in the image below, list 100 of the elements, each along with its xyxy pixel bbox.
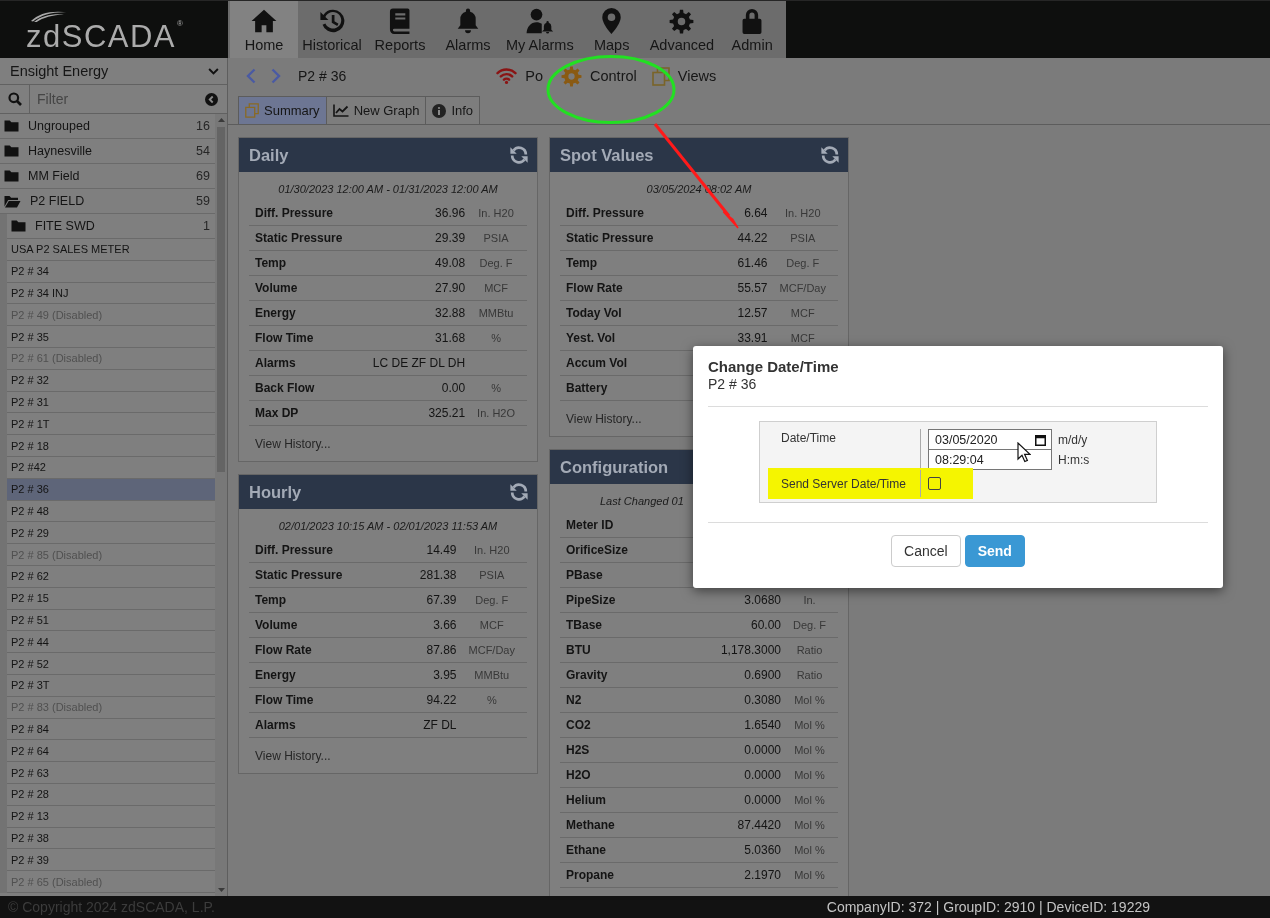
reading-unit: PSIA — [479, 569, 505, 581]
reading-label: Max DP — [255, 406, 299, 420]
view-history-link[interactable]: View History... — [255, 749, 331, 763]
reading-label: Temp — [566, 256, 598, 270]
reading-value: 281.38 — [419, 568, 457, 582]
device-item[interactable]: P2 # 36 — [7, 478, 215, 501]
device-item[interactable]: P2 # 63 — [7, 762, 215, 784]
reading-value: 5.0360 — [744, 843, 781, 857]
reading-value: 87.86 — [426, 643, 457, 657]
reading-label: Flow Time — [255, 693, 314, 707]
reading-label: Back Flow — [255, 381, 315, 395]
device-ids-text: CompanyID: 372 | GroupID: 2910 | DeviceID: 19229 — [826, 899, 1150, 915]
reading-label: H2S — [566, 743, 590, 757]
company-select[interactable]: Ensight Energy — [0, 58, 227, 85]
device-item[interactable]: P2 # 44 — [7, 631, 215, 654]
reading-unit: Ratio — [796, 669, 823, 681]
reading-value: 0.0000 — [744, 743, 781, 757]
device-item[interactable]: P2 # 34 — [7, 260, 215, 283]
device-item[interactable]: P2 # 29 — [7, 522, 215, 545]
scrollbar[interactable] — [215, 114, 227, 896]
scroll-up-icon — [217, 118, 225, 122]
reading-unit: Deg. F — [475, 594, 509, 606]
device-item[interactable]: P2 # 51 — [7, 609, 215, 632]
device-item[interactable]: P2 # 18 — [7, 435, 215, 457]
calendar-icon[interactable] — [1035, 433, 1046, 446]
device-item[interactable]: P2 # 62 — [7, 565, 215, 588]
nav-tab[interactable]: Reports — [366, 1, 434, 58]
nav-tab[interactable]: Home — [230, 1, 298, 58]
toolbar-button[interactable]: Views — [651, 66, 717, 86]
reading-value: 94.22 — [426, 693, 457, 707]
device-item[interactable]: P2 # 3T — [7, 674, 215, 697]
device-item[interactable]: P2 # 84 — [7, 718, 215, 741]
group-name: Ungrouped — [28, 119, 90, 133]
reading-value: 2.1970 — [744, 868, 781, 882]
device-item[interactable]: P2 # 52 — [7, 653, 215, 675]
device-item[interactable]: P2 #42 — [7, 456, 215, 479]
group-name: P2 FIELD — [30, 194, 85, 208]
nav-tab[interactable]: My Alarms — [502, 1, 578, 58]
time-input[interactable]: 08:29:04 — [928, 450, 1052, 470]
reading-unit: PSIA — [790, 232, 816, 244]
nav-tab[interactable]: Alarms — [434, 1, 502, 58]
device-item[interactable]: P2 # 28 — [7, 783, 215, 806]
reading-unit: Mol % — [794, 869, 825, 881]
device-item[interactable]: P2 # 34 INJ — [7, 282, 215, 305]
reading-label: Alarms — [255, 356, 296, 370]
reading-label: N2 — [566, 693, 582, 707]
reading-label: TBase — [566, 618, 603, 632]
nav-tab[interactable]: Advanced — [645, 1, 719, 58]
reading-unit: In. H20 — [785, 207, 821, 219]
chevron-left-icon[interactable] — [246, 68, 256, 84]
refresh-icon — [820, 145, 840, 165]
device-item[interactable]: P2 # 13 — [7, 805, 215, 828]
panel-title: Configuration — [560, 457, 669, 477]
reading-value: 44.22 — [737, 231, 768, 245]
reading-unit: Mol % — [794, 719, 825, 731]
reading-value: 1.6540 — [744, 718, 781, 732]
send-button[interactable]: Send — [964, 535, 1025, 567]
nav-tab[interactable]: Maps — [577, 1, 646, 58]
device-item[interactable]: P2 # 39 — [7, 849, 215, 872]
reading-unit: Deg. F — [479, 257, 513, 269]
device-item[interactable]: P2 # 38 — [7, 827, 215, 850]
checkbox[interactable] — [928, 477, 941, 490]
reading-unit: MCF — [484, 282, 508, 294]
chevron-right-icon[interactable] — [271, 68, 281, 84]
reading-unit: MMBtu — [474, 669, 510, 681]
reading-label: Methane — [566, 818, 615, 832]
reading-label: Temp — [255, 256, 287, 270]
group-count: 1 — [203, 219, 210, 233]
tab[interactable]: Info — [425, 96, 481, 124]
date-range-text: 02/01/2023 10:15 AM - 02/01/2023 11:53 AM — [278, 520, 498, 532]
device-item[interactable]: P2 # 32 — [7, 369, 215, 392]
device-item[interactable]: USA P2 SALES METER — [7, 239, 215, 261]
tree-group[interactable]: FITE SWD 1 — [7, 214, 215, 239]
filter-input[interactable]: Filter — [30, 88, 201, 110]
reading-value: 1,178.3000 — [720, 643, 781, 657]
toolbar-button[interactable]: Control — [561, 65, 637, 87]
device-item[interactable]: P2 # 1T — [7, 413, 215, 436]
nav-tab[interactable]: Admin — [718, 1, 787, 58]
device-item[interactable]: P2 # 64 — [7, 740, 215, 763]
nav-tab[interactable]: Historical — [298, 1, 366, 58]
device-item[interactable]: P2 # 31 — [7, 391, 215, 414]
device-item[interactable]: P2 # 48 — [7, 500, 215, 523]
line-chart-icon — [332, 104, 349, 117]
format-hint: m/d/y — [1058, 432, 1088, 447]
group-name: FITE SWD — [35, 219, 95, 233]
reading-label: Battery — [566, 381, 608, 395]
view-history-link[interactable]: View History... — [255, 437, 331, 451]
toolbar-button[interactable]: Po — [496, 68, 543, 84]
device-item[interactable]: P2 # 15 — [7, 587, 215, 610]
group-name: Haynesville — [28, 144, 92, 158]
device-item[interactable]: P2 # 35 — [7, 326, 215, 348]
date-input[interactable]: 03/05/2020 — [928, 429, 1052, 450]
collapse-icon[interactable] — [205, 92, 218, 106]
tab[interactable]: Summary — [238, 96, 327, 124]
reading-value: 325.21 — [428, 406, 466, 420]
refresh-icon — [509, 145, 529, 165]
view-history-link[interactable]: View History... — [566, 412, 642, 426]
history-icon — [319, 9, 345, 33]
reading-unit: In. H20 — [478, 207, 514, 219]
cancel-button[interactable]: Cancel — [891, 535, 961, 567]
